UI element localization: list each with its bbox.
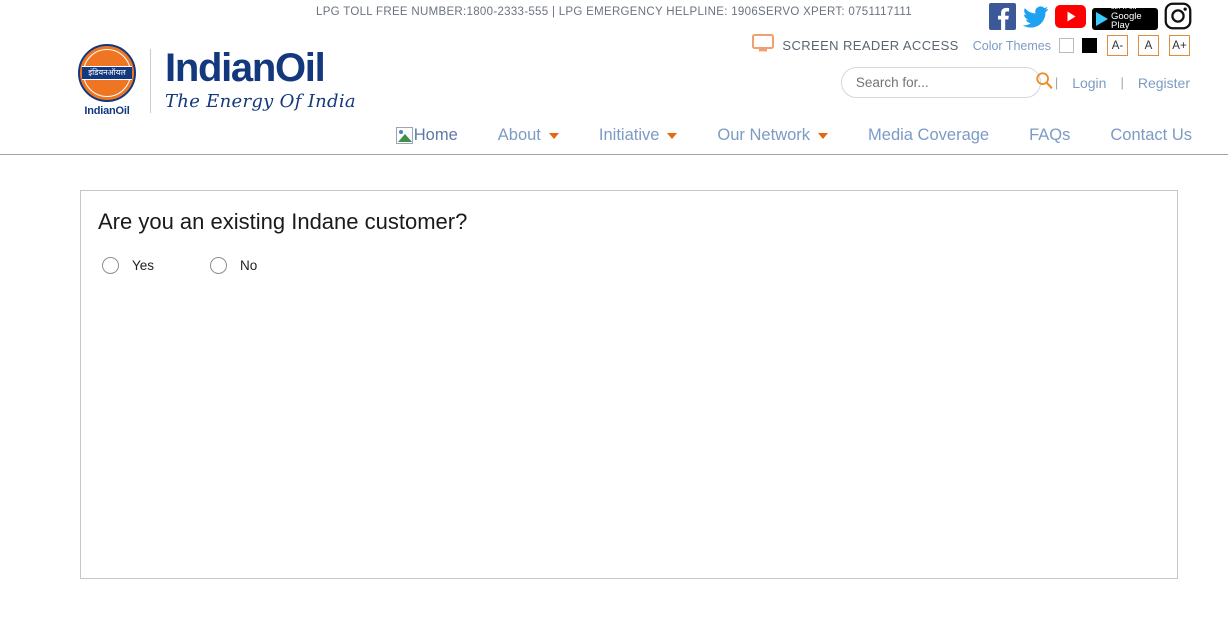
nav-item-faqs-label: FAQs <box>1029 126 1071 144</box>
google-play-badge[interactable]: GET IT ON Google Play <box>1092 5 1158 32</box>
radio-yes-input[interactable] <box>102 257 119 274</box>
radio-option-no[interactable]: No <box>210 257 257 274</box>
customer-radio-group: Yes No <box>102 257 1177 274</box>
logo-wordmark-block: IndianOil The Energy Of India <box>165 46 356 112</box>
nav-item-contact-us[interactable]: Contact Us <box>1110 126 1192 145</box>
top-utility-strip: LPG TOLL FREE NUMBER:1800-2333-555 | LPG… <box>0 0 1228 33</box>
nav-item-media-coverage-label: Media Coverage <box>868 126 990 144</box>
nav-item-our-network-label: Our Network <box>717 126 811 144</box>
nav-item-initiative-label: Initiative <box>598 126 660 144</box>
nav-item-home[interactable]: Home <box>395 126 458 145</box>
page-title: Are you an existing Indane customer? <box>98 209 468 234</box>
font-size-decrease-button[interactable]: A- <box>1107 35 1128 56</box>
broken-image-icon <box>395 127 413 144</box>
logo-hindi-text: इंडियनऑयल <box>82 65 132 81</box>
screen-reader-label[interactable]: SCREEN READER ACCESS <box>782 38 958 53</box>
search-and-account: | Login | Register <box>840 67 1190 98</box>
monitor-icon[interactable] <box>752 34 775 57</box>
logo-tagline: The Energy Of India <box>165 91 356 112</box>
logo-mark-caption: IndianOil <box>84 105 130 117</box>
youtube-icon[interactable] <box>1055 4 1086 33</box>
nav-item-contact-us-label: Contact Us <box>1110 126 1192 144</box>
search-icon[interactable] <box>1035 71 1053 94</box>
nav-item-our-network[interactable]: Our Network <box>717 126 829 145</box>
instagram-icon[interactable] <box>1164 2 1192 35</box>
accessibility-toolbar: SCREEN READER ACCESS Color Themes A- A A… <box>752 34 1190 57</box>
theme-swatch-black[interactable] <box>1082 38 1097 53</box>
nav-item-media-coverage[interactable]: Media Coverage <box>868 126 989 145</box>
facebook-icon[interactable] <box>989 2 1016 35</box>
site-logo[interactable]: इंडियनऑयल IndianOil IndianOil The Energy… <box>76 44 356 117</box>
radio-no-label: No <box>240 258 258 273</box>
login-link[interactable]: Login <box>1072 75 1106 91</box>
nav-item-about[interactable]: About <box>498 126 559 145</box>
logo-mark: इंडियनऑयल IndianOil <box>76 44 138 117</box>
google-play-main-label: Google Play <box>1111 10 1142 32</box>
nav-item-home-label: Home <box>413 126 458 144</box>
radio-option-yes[interactable]: Yes <box>102 257 154 274</box>
radio-no-input[interactable] <box>210 257 228 274</box>
theme-swatch-white[interactable] <box>1059 38 1074 53</box>
content-panel: Are you an existing Indane customer? Yes… <box>80 190 1178 579</box>
logo-emblem-icon: इंडियनऑयल <box>78 44 136 102</box>
twitter-icon[interactable] <box>1022 3 1049 35</box>
main-navigation: Home About Initiative Our Network Media … <box>0 117 1228 155</box>
register-link[interactable]: Register <box>1138 75 1190 91</box>
nav-list: Home About Initiative Our Network Media … <box>0 117 1228 154</box>
nav-item-faqs[interactable]: FAQs <box>1029 126 1070 145</box>
chevron-down-icon <box>667 132 678 139</box>
nav-item-initiative[interactable]: Initiative <box>599 126 678 145</box>
chevron-down-icon <box>548 132 559 139</box>
login-register-divider: | <box>1120 75 1124 90</box>
search-account-divider: | <box>1054 75 1059 90</box>
logo-wordmark: IndianOil <box>165 46 326 90</box>
radio-yes-label: Yes <box>132 258 155 273</box>
search-box[interactable] <box>840 67 1053 98</box>
google-play-triangle-icon <box>1096 11 1108 26</box>
logo-divider <box>150 48 151 113</box>
nav-item-about-label: About <box>497 126 541 144</box>
search-input[interactable] <box>853 74 1035 91</box>
chevron-down-icon <box>818 132 829 139</box>
social-links: GET IT ON Google Play <box>989 2 1192 35</box>
color-themes-label: Color Themes <box>972 38 1051 53</box>
font-size-increase-button[interactable]: A+ <box>1169 35 1190 56</box>
font-size-normal-button[interactable]: A <box>1138 35 1159 56</box>
